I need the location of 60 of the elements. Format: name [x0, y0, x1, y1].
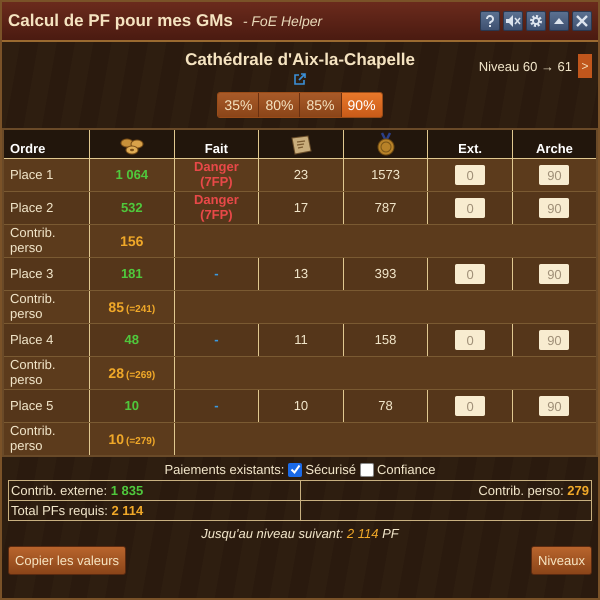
- percent-button[interactable]: 80%: [259, 93, 300, 117]
- ext-input[interactable]: 0: [455, 396, 486, 416]
- percent-button[interactable]: 35%: [218, 93, 260, 117]
- percent-button[interactable]: 90%: [342, 93, 382, 117]
- building-name: Cathédrale d'Aix-la-Chapelle: [185, 50, 415, 70]
- ext-input[interactable]: 0: [455, 264, 486, 284]
- ext-input[interactable]: 0: [455, 165, 486, 185]
- arche-input[interactable]: 90: [539, 198, 570, 218]
- next-level-button[interactable]: >: [578, 54, 592, 78]
- cumulative-text: (=269): [126, 370, 156, 381]
- ext-input[interactable]: 0: [455, 198, 486, 218]
- arche-input[interactable]: 90: [539, 330, 570, 350]
- status-text: -: [214, 266, 219, 281]
- summary-text: Contrib. perso: 279: [478, 483, 589, 498]
- close-icon: [576, 15, 588, 27]
- cumulative-text: (=241): [126, 304, 156, 315]
- levels-button[interactable]: Niveaux: [531, 546, 592, 575]
- percent-button[interactable]: 85%: [300, 93, 342, 117]
- settings-button[interactable]: [526, 11, 546, 31]
- own-fp-text: 156: [120, 232, 144, 249]
- column-header: Fait: [174, 129, 259, 158]
- settings-icon: [529, 14, 543, 28]
- ext-input[interactable]: 0: [455, 330, 486, 350]
- checkbox-label: Sécurisé: [305, 462, 356, 477]
- column-header: Ordre: [3, 129, 90, 158]
- arche-input[interactable]: 90: [539, 264, 570, 284]
- checkbox[interactable]: [360, 462, 374, 476]
- cumulative-text: (=279): [126, 436, 156, 447]
- window-title: Calcul de PF pour mes GMs: [8, 11, 233, 31]
- external-link-icon[interactable]: [293, 73, 306, 86]
- own-fp-text: 85: [108, 298, 124, 315]
- status-text: -: [214, 398, 219, 413]
- status-text: Danger (7FP): [194, 160, 239, 190]
- speaker-muted-icon: [505, 14, 521, 28]
- own-fp-text: 28: [108, 364, 124, 381]
- summary-text: Contrib. externe: 1 835: [11, 483, 144, 498]
- help-icon: [483, 14, 497, 28]
- checkbox-label: Confiance: [376, 462, 436, 477]
- window-subtitle: - FoE Helper: [242, 13, 322, 29]
- level-text: Niveau 60 → 61: [478, 58, 572, 74]
- checkbox[interactable]: [288, 462, 302, 476]
- close-button[interactable]: [572, 11, 592, 31]
- copy-values-button[interactable]: Copier les valeurs: [8, 546, 126, 575]
- help-button[interactable]: [480, 11, 500, 31]
- minimize-button[interactable]: [549, 11, 569, 31]
- next-level-text: Jusqu'au niveau suivant: 2 114 PF: [201, 526, 399, 541]
- coins-icon: [118, 136, 146, 156]
- arche-input[interactable]: 90: [539, 165, 570, 185]
- payments-label: Paiements existants:: [164, 462, 284, 477]
- summary-text: Total PFs requis: 2 114: [11, 503, 144, 518]
- column-header: Arche: [512, 129, 597, 158]
- sound-button[interactable]: [503, 11, 523, 31]
- status-text: -: [214, 332, 219, 347]
- own-fp-text: 10: [108, 430, 124, 447]
- column-header: Ext.: [428, 129, 512, 158]
- blueprint-icon: [288, 134, 313, 156]
- status-text: Danger (7FP): [194, 193, 239, 223]
- medal-icon: [376, 132, 396, 156]
- arche-input[interactable]: 90: [539, 396, 570, 416]
- caret-up-icon: [553, 16, 565, 26]
